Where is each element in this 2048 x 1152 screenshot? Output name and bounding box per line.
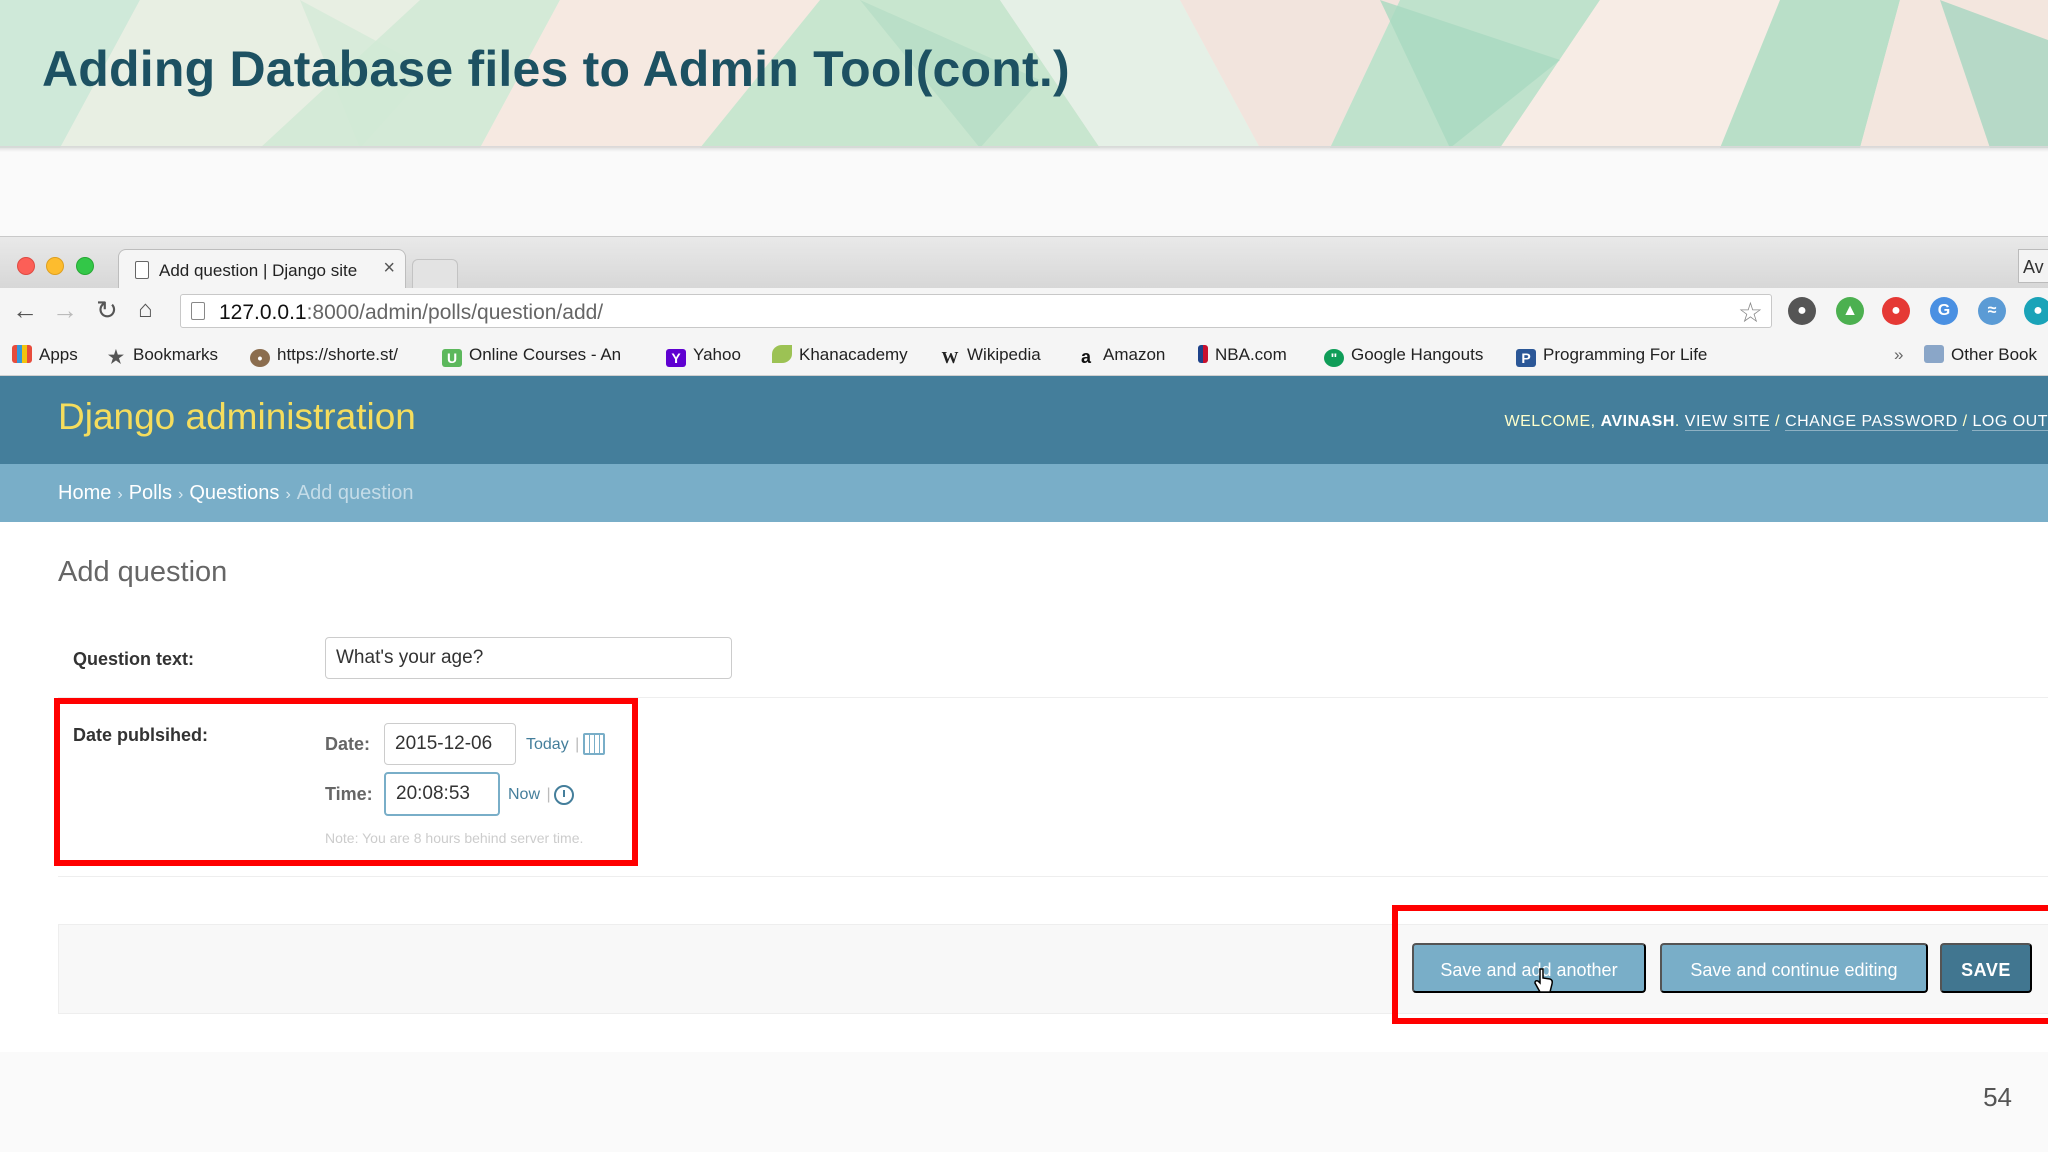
yahoo-icon: Y — [666, 349, 686, 367]
close-window-button[interactable] — [17, 257, 35, 275]
bookmark-online-courses[interactable]: U Online Courses - An — [442, 345, 642, 367]
site-branding[interactable]: Django administration — [58, 396, 416, 438]
wikipedia-icon: W — [941, 348, 959, 367]
back-arrow-icon[interactable]: ← — [12, 296, 38, 324]
bookmark-star-icon[interactable]: ☆ — [1738, 296, 1763, 329]
folder-icon — [1924, 345, 1944, 363]
bookmark-khanacademy[interactable]: Khanacademy — [772, 345, 908, 365]
star-icon: ★ — [107, 347, 125, 367]
question-text-label: Question text: — [73, 649, 195, 669]
zoom-window-button[interactable] — [76, 257, 94, 275]
save-buttons-highlight — [1392, 905, 2048, 1024]
extension-dark-icon[interactable]: ● — [1788, 297, 1816, 325]
bookmark-apps[interactable]: Apps — [12, 345, 78, 365]
extension-green-icon[interactable]: ▲ — [1836, 297, 1864, 325]
bookmark-yahoo[interactable]: Y Yahoo — [666, 345, 741, 367]
django-header: Django administration WELCOME, AVINASH. … — [0, 376, 2048, 464]
address-url: 127.0.0.1:8000/admin/polls/question/add/ — [219, 301, 604, 324]
bookmark-amazon[interactable]: a Amazon — [1076, 345, 1165, 366]
browser-toolbar: ← → ↻ ⌂ 127.0.0.1:8000/admin/polls/quest… — [0, 288, 2048, 334]
view-site-link[interactable]: VIEW SITE — [1684, 413, 1771, 431]
page-icon — [191, 302, 205, 320]
breadcrumb-current: Add question — [296, 482, 414, 504]
amazon-icon: a — [1080, 347, 1091, 367]
breadcrumb: Home › Polls › Questions › Add question — [0, 464, 2048, 522]
slide-title: Adding Database files to Admin Tool(cont… — [42, 41, 1070, 97]
tab-bar: Add question | Django site × Av — [0, 236, 2048, 289]
extension-blue-g-icon[interactable]: G — [1930, 297, 1958, 325]
breadcrumb-questions[interactable]: Questions — [189, 482, 279, 504]
bookmark-wikipedia[interactable]: W Wikipedia — [940, 345, 1041, 367]
question-text-input[interactable] — [325, 637, 732, 679]
close-icon[interactable]: × — [383, 257, 395, 280]
page-title: Add question — [58, 556, 228, 588]
forward-arrow-icon[interactable]: → — [52, 296, 78, 324]
bookmark-other-bookmarks[interactable]: Other Book — [1924, 345, 2037, 365]
bookmark-google-hangouts[interactable]: " Google Hangouts — [1324, 345, 1483, 367]
breadcrumb-polls[interactable]: Polls — [129, 482, 172, 504]
date-published-highlight — [54, 698, 638, 866]
home-icon[interactable]: ⌂ — [138, 296, 153, 324]
address-bar[interactable]: 127.0.0.1:8000/admin/polls/question/add/… — [180, 294, 1772, 328]
p-icon: P — [1516, 349, 1536, 367]
shortest-icon: • — [250, 349, 270, 367]
username: AVINASH — [1600, 413, 1675, 430]
extension-red-icon[interactable]: ● — [1882, 297, 1910, 325]
bookmarks-bar: Apps ★ Bookmarks • https://shorte.st/ U Onl… — [0, 334, 2048, 376]
bookmark-nba[interactable]: NBA.com — [1198, 345, 1287, 365]
document-icon — [135, 261, 149, 279]
breadcrumb-home[interactable]: Home — [58, 482, 111, 504]
reload-icon[interactable]: ↻ — [96, 296, 118, 324]
bookmark-shortest[interactable]: • https://shorte.st/ — [250, 345, 398, 367]
hangouts-icon: " — [1324, 349, 1344, 367]
browser-window: Add question | Django site × Av ← → ↻ ⌂ … — [0, 236, 2048, 1052]
udemy-icon: U — [442, 349, 462, 367]
log-out-link[interactable]: LOG OUT — [1972, 413, 2048, 431]
nba-icon — [1198, 345, 1208, 363]
user-tools: WELCOME, AVINASH. VIEW SITE / CHANGE PAS… — [1504, 413, 2048, 431]
change-password-link[interactable]: CHANGE PASSWORD — [1785, 413, 1958, 431]
new-tab-button[interactable] — [412, 259, 458, 289]
minimize-window-button[interactable] — [46, 257, 64, 275]
bookmark-bookmarks[interactable]: ★ Bookmarks — [106, 345, 218, 366]
tab-add-question[interactable]: Add question | Django site × — [118, 249, 406, 289]
header-shadow — [0, 146, 2048, 152]
row-divider — [58, 876, 2048, 877]
tab-title: Add question | Django site — [159, 261, 358, 280]
slide-header: Adding Database files to Admin Tool(cont… — [0, 0, 2048, 148]
slide-page-number: 54 — [1983, 1082, 2012, 1112]
profile-button[interactable]: Av — [2018, 249, 2048, 283]
leaf-icon — [772, 345, 792, 363]
apps-grid-icon — [12, 345, 32, 363]
extension-teal-icon[interactable]: ● — [2024, 297, 2048, 325]
bookmark-programming-for-life[interactable]: P Programming For Life — [1516, 345, 1707, 367]
welcome-text: WELCOME, — [1504, 413, 1596, 430]
extension-waves-icon[interactable]: ≈ — [1978, 297, 2006, 325]
bookmarks-overflow-chevron[interactable]: » — [1894, 345, 1903, 365]
